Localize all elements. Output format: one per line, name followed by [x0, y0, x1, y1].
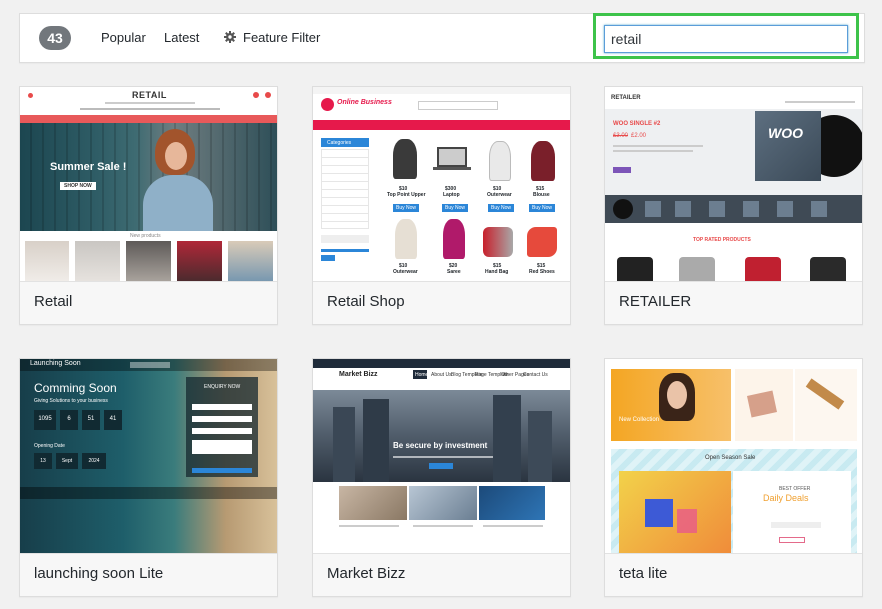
feature-filter-button[interactable]: Feature Filter — [243, 30, 320, 45]
countdown-hours: 6 — [60, 410, 78, 430]
theme-card-market-bizz[interactable]: Market Bizz Home About Us Blog Template … — [312, 358, 571, 597]
popular-tab[interactable]: Popular — [101, 30, 146, 45]
theme-screenshot: Online Business Categories $10 Top Point… — [313, 87, 570, 281]
theme-card-retail-shop[interactable]: Online Business Categories $10 Top Point… — [312, 86, 571, 325]
theme-name: Retail Shop — [313, 281, 570, 324]
buy-now-button: Buy Now — [393, 204, 420, 212]
theme-screenshot: Market Bizz Home About Us Blog Template … — [313, 359, 570, 553]
theme-screenshot: RETAIL Summer Sale ! SHOP NOW New produc… — [20, 87, 277, 281]
theme-card-retail[interactable]: RETAIL Summer Sale ! SHOP NOW New produc… — [19, 86, 278, 325]
latest-tab[interactable]: Latest — [164, 30, 199, 45]
product-title: Top Point Upper — [387, 192, 426, 198]
theme-screenshot: RETAILER WOO SINGLE #2 £3.00 £2.00 WOO T… — [605, 87, 862, 281]
theme-name: launching soon Lite — [20, 553, 277, 596]
theme-name: Market Bizz — [313, 553, 570, 596]
preview-cover-text: WOO — [768, 125, 803, 141]
preview-logo: RETAILER — [611, 95, 641, 101]
product-title: Red Shoes — [529, 269, 555, 275]
theme-screenshot: New Collection Open Season Sale BEST OFF… — [605, 359, 862, 553]
buy-now-button: Buy Now — [488, 204, 515, 212]
preview-product-title: WOO SINGLE #2 — [613, 121, 661, 127]
search-themes-input[interactable] — [604, 25, 848, 53]
preview-menu-item: Contact Us — [523, 372, 548, 378]
product-title: Blouse — [533, 192, 550, 198]
product-title: Laptop — [443, 192, 460, 198]
preview-sale-text: Summer Sale ! — [50, 161, 127, 173]
preview-headline: Be secure by investment — [393, 441, 488, 450]
product-title: Saree — [447, 269, 461, 275]
preview-banner: New Collection — [619, 417, 660, 423]
theme-name: Retail — [20, 281, 277, 324]
theme-filter-bar: 43 Popular Latest Feature Filter — [19, 13, 865, 63]
product-title: Outerwear — [487, 192, 512, 198]
product-title: Outerwear — [393, 269, 418, 275]
gear-icon — [224, 31, 236, 43]
preview-section: TOP RATED PRODUCTS — [693, 237, 751, 243]
theme-card-retailer[interactable]: RETAILER WOO SINGLE #2 £3.00 £2.00 WOO T… — [604, 86, 863, 325]
preview-brand: Launching Soon — [30, 360, 81, 367]
theme-card-launching-soon-lite[interactable]: Launching Soon Comming Soon Giving Solut… — [19, 358, 278, 597]
preview-logo: RETAIL — [132, 90, 167, 100]
preview-menu-item: About Us — [431, 372, 452, 378]
theme-name: teta lite — [605, 553, 862, 596]
preview-deals: Daily Deals — [763, 493, 809, 503]
opening-month: Sept — [56, 453, 78, 469]
theme-count-badge: 43 — [39, 26, 71, 50]
theme-name: RETAILER — [605, 281, 862, 324]
countdown-minutes: 51 — [82, 410, 100, 430]
preview-brand: Market Bizz — [339, 371, 378, 378]
theme-card-teta-lite[interactable]: New Collection Open Season Sale BEST OFF… — [604, 358, 863, 597]
preview-enquiry: ENQUIRY NOW — [204, 384, 241, 390]
preview-menu-title: Categories — [327, 140, 352, 146]
preview-offer: BEST OFFER — [779, 486, 811, 492]
preview-shop-button: SHOP NOW — [60, 182, 96, 190]
preview-subhead: Giving Solutions to your business — [34, 398, 108, 404]
preview-section: New products — [130, 233, 161, 239]
countdown-days: 1095 — [34, 410, 56, 430]
opening-day: 13 — [34, 453, 52, 469]
preview-old-price: £3.00 — [613, 133, 629, 139]
preview-headline: Comming Soon — [34, 381, 117, 395]
opening-year: 2024 — [82, 453, 106, 469]
preview-price: £2.00 — [631, 133, 647, 139]
preview-logo: Online Business — [337, 99, 392, 106]
countdown-seconds: 41 — [104, 410, 122, 430]
preview-opening-label: Opening Date — [34, 443, 65, 449]
product-title: Hand Bag — [485, 269, 509, 275]
theme-screenshot: Launching Soon Comming Soon Giving Solut… — [20, 359, 277, 553]
buy-now-button: Buy Now — [529, 204, 556, 212]
preview-sale-label: Open Season Sale — [705, 455, 756, 461]
buy-now-button: Buy Now — [442, 204, 469, 212]
search-highlight — [593, 13, 859, 59]
preview-menu-item: Home — [415, 372, 429, 378]
